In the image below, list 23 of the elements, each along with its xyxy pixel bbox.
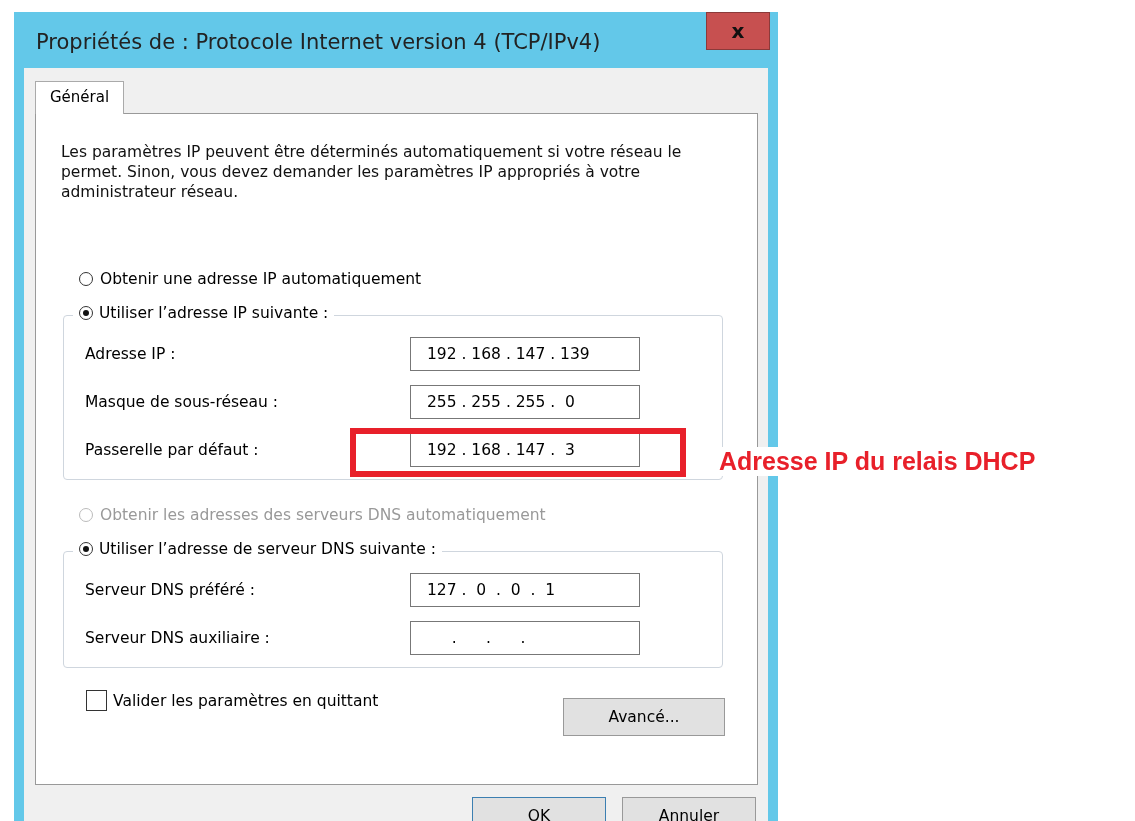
- radio-label: Utiliser l’adresse de serveur DNS suivante :: [99, 540, 436, 559]
- tab[interactable]: Général: [35, 81, 125, 114]
- checkbox-label: Valider les paramètres en quittant: [113, 691, 379, 710]
- window-title: Propriétés de : Protocole Internet version 4 (TCP/IPv4): [35, 29, 601, 54]
- radio-label: Obtenir les adresses des serveurs DNS automatiquement: [100, 506, 546, 525]
- dialog-button[interactable]: Annuler: [622, 797, 756, 821]
- field-label: Passerelle par défaut :: [85, 441, 260, 460]
- ip-address-field[interactable]: 192 . 168 . 147 . 139: [410, 337, 640, 372]
- ip-address-field[interactable]: 127 . 0 . 0 . 1: [410, 573, 640, 608]
- radio-label: Utiliser l’adresse IP suivante :: [99, 304, 329, 323]
- annotation-text: Adresse IP du relais DHCP: [717, 447, 1038, 476]
- close-button[interactable]: x: [706, 12, 770, 50]
- ip-address-field[interactable]: 255 . 255 . 255 . 0: [410, 385, 640, 420]
- ip-address-field[interactable]: . . .: [410, 621, 640, 656]
- field-label: Masque de sous-réseau :: [85, 393, 280, 412]
- description-text: Les paramètres IP peuvent être déterminés automatiquement si votre réseau le permet. Sinon, vous devez demander les paramètres IP appropriés à votre administrateur réseau.: [61, 142, 683, 203]
- advanced-button[interactable]: Avancé...: [563, 698, 725, 737]
- radio-label: Obtenir une adresse IP automatiquement: [100, 270, 422, 289]
- dialog-button[interactable]: OK: [472, 797, 606, 821]
- field-label: Serveur DNS préféré :: [85, 581, 256, 600]
- field-label: Serveur DNS auxiliaire :: [85, 629, 271, 648]
- field-label: Adresse IP :: [85, 345, 177, 364]
- ip-address-field[interactable]: 192 . 168 . 147 . 3: [410, 433, 640, 468]
